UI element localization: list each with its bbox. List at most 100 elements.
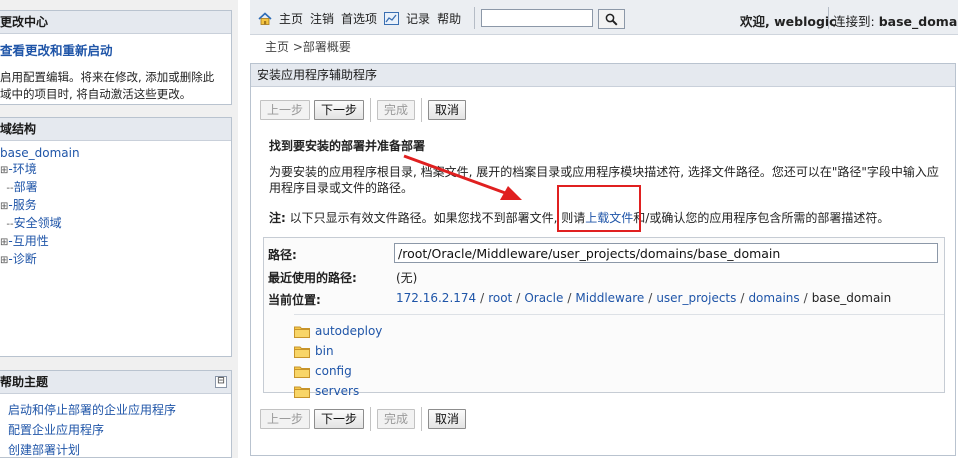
finish-button[interactable]: 完成 — [377, 409, 416, 429]
next-button[interactable]: 下一步 — [314, 409, 365, 429]
tree-item-label: 服务 — [12, 198, 37, 212]
tree-item-security-realms[interactable]: --安全领域 — [0, 215, 231, 233]
folder-item[interactable]: config — [294, 361, 944, 381]
domain-tree: base_domain ⊞-环境 --部署 ⊞-服务 --安全领域 ⊞-互用性 … — [0, 145, 231, 269]
note-body: 以下只显示有效文件路径。如果您找不到部署文件, 则请 — [285, 211, 586, 225]
path-separator: / — [480, 291, 485, 305]
path-separator: / — [648, 291, 653, 305]
location-current: base_domain — [811, 291, 892, 305]
breadcrumb: 主页 >部署概要 — [265, 38, 351, 55]
tree-root-base-domain[interactable]: base_domain — [0, 145, 231, 161]
cancel-button[interactable]: 取消 — [428, 100, 467, 120]
help-topics-title: 帮助主题 — [0, 375, 49, 389]
back-button[interactable]: 上一步 — [260, 100, 311, 120]
tree-connector: -- — [0, 219, 14, 230]
current-location-row: 当前位置: 172.16.2.174/root / Oracle / Middlewar… — [268, 291, 944, 307]
install-assistant-panel: 安装应用程序辅助程序 上一步 下一步 完成 取消 找到要安装的部署并准备部署 为… — [250, 63, 956, 456]
view-changes-restart-link[interactable]: 查看更改和重新启动 — [0, 40, 231, 59]
path-row: 路径: — [268, 243, 944, 265]
path-input[interactable] — [394, 243, 938, 263]
breadcrumb-current: 部署概要 — [302, 40, 351, 54]
cancel-button[interactable]: 取消 — [428, 409, 467, 429]
assistant-title: 安装应用程序辅助程序 — [251, 64, 955, 87]
tree-item-environment[interactable]: ⊞-环境 — [0, 161, 231, 179]
path-separator: / — [740, 291, 745, 305]
record-link[interactable]: 记录 — [406, 10, 430, 27]
folder-item[interactable]: servers — [294, 381, 944, 401]
path-separator: / — [803, 291, 808, 305]
folder-link[interactable]: config — [315, 364, 352, 378]
search-button[interactable] — [598, 9, 625, 29]
location-link[interactable]: Middleware — [575, 291, 644, 305]
recent-path-label: 最近使用的路径: — [268, 271, 357, 285]
logout-link[interactable]: 注销 — [310, 10, 334, 27]
location-link[interactable]: 172.16.2.174 — [396, 291, 476, 305]
tree-item-label: 互用性 — [12, 234, 49, 248]
record-icon[interactable] — [384, 12, 400, 25]
tree-item-interoperability[interactable]: ⊞-互用性 — [0, 233, 231, 251]
note-label: 注: — [269, 211, 286, 225]
nav-links: 主页 注销 首选项 记录 帮助 — [258, 10, 461, 27]
search-input[interactable] — [481, 9, 593, 27]
folder-item[interactable]: bin — [294, 341, 944, 361]
help-link-start-stop[interactable]: 启动和停止部署的企业应用程序 — [8, 403, 176, 417]
search-icon — [605, 13, 618, 26]
change-center-title: 更改中心 — [0, 11, 231, 34]
bottom-button-row: 上一步 下一步 完成 取消 — [260, 407, 470, 431]
tree-item-diagnostics[interactable]: ⊞-诊断 — [0, 251, 231, 269]
preferences-link[interactable]: 首选项 — [341, 10, 377, 27]
tree-item-label: 部署 — [13, 180, 38, 194]
folder-link[interactable]: autodeploy — [315, 324, 382, 338]
home-icon[interactable] — [258, 12, 272, 25]
folder-link[interactable]: servers — [315, 384, 359, 398]
help-link[interactable]: 帮助 — [437, 10, 461, 27]
annotation-highlight-box — [557, 185, 641, 232]
location-link[interactable]: root — [488, 291, 512, 305]
tree-connector: -- — [0, 183, 14, 194]
path-label: 路径: — [268, 248, 297, 262]
folder-link[interactable]: bin — [315, 344, 334, 358]
button-divider — [421, 98, 423, 122]
location-link[interactable]: user_projects — [656, 291, 736, 305]
help-link-deployment-plan[interactable]: 创建部署计划 — [8, 443, 80, 457]
current-location-label: 当前位置: — [268, 293, 321, 307]
tree-item-services[interactable]: ⊞-服务 — [0, 197, 231, 215]
left-column: 更改中心 查看更改和重新启动 启用配置编辑。将来在修改, 添加或删除此域中的项目… — [0, 0, 238, 458]
top-navigation-bar: 主页 注销 首选项 记录 帮助 欢迎, weblogic 连接到: base_d… — [250, 0, 958, 35]
breadcrumb-separator: > — [289, 40, 303, 54]
back-button[interactable]: 上一步 — [260, 409, 311, 429]
button-divider — [370, 407, 372, 431]
next-button[interactable]: 下一步 — [314, 100, 365, 120]
help-link-configure-app[interactable]: 配置企业应用程序 — [8, 423, 104, 437]
current-location-path: 172.16.2.174/root / Oracle / Middleware / user… — [396, 291, 891, 305]
tree-item-label: 环境 — [12, 162, 37, 176]
tree-item-deployments[interactable]: --部署 — [0, 179, 231, 197]
path-selection-area: 路径: 最近使用的路径: (无) 当前位置: 172.16.2.174/root… — [263, 237, 945, 398]
tree-item-label: 安全领域 — [13, 216, 62, 230]
button-divider — [370, 98, 372, 122]
path-separator: / — [567, 291, 572, 305]
connected-domain: base_domain — [878, 14, 958, 29]
path-separator: / — [516, 291, 521, 305]
button-divider — [421, 407, 423, 431]
breadcrumb-home[interactable]: 主页 — [265, 40, 289, 54]
divider — [828, 7, 829, 29]
tree-item-label: 诊断 — [12, 252, 37, 266]
location-link[interactable]: Oracle — [524, 291, 563, 305]
divider — [474, 7, 475, 29]
top-button-row: 上一步 下一步 完成 取消 — [260, 98, 470, 122]
help-topics-list: 启动和停止部署的企业应用程序 配置企业应用程序 创建部署计划 — [0, 394, 231, 460]
change-center-panel: 更改中心 查看更改和重新启动 启用配置编辑。将来在修改, 添加或删除此域中的项目… — [0, 10, 232, 105]
location-link[interactable]: domains — [748, 291, 799, 305]
collapse-icon[interactable]: ⊟ — [215, 376, 227, 388]
folder-icon — [294, 366, 310, 378]
recent-path-row: 最近使用的路径: (无) — [268, 269, 944, 285]
folder-list: autodeploy bin config servers — [294, 314, 944, 401]
folder-item[interactable]: autodeploy — [294, 321, 944, 341]
domain-structure-panel: 域结构 base_domain ⊞-环境 --部署 ⊞-服务 --安全领域 ⊞-… — [0, 117, 232, 357]
finish-button[interactable]: 完成 — [377, 100, 416, 120]
home-link[interactable]: 主页 — [279, 10, 303, 27]
note-tail: 和/或确认您的应用程序包含所需的部署描述符。 — [633, 211, 890, 225]
folder-icon — [294, 386, 310, 398]
recent-path-value: (无) — [396, 271, 418, 285]
